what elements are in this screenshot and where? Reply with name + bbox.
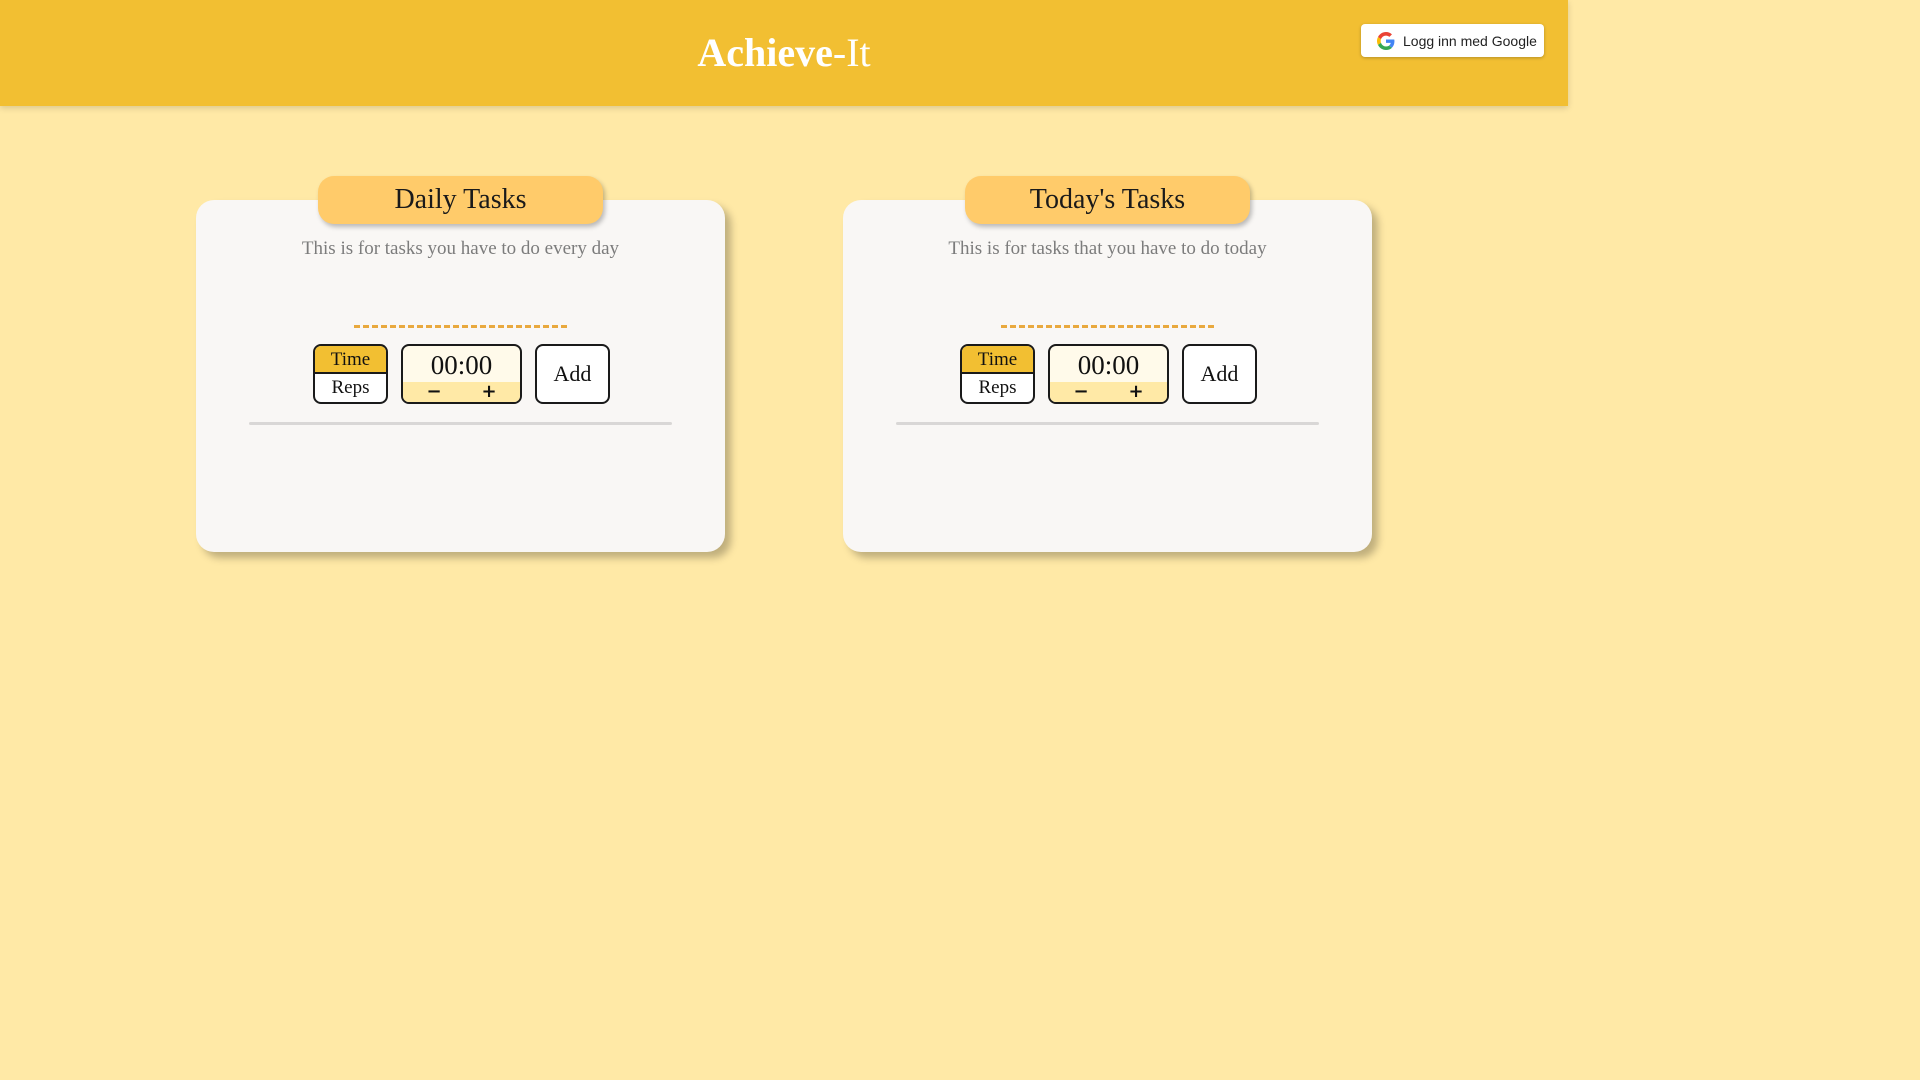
add-task-button[interactable]: Add <box>535 344 610 404</box>
mode-option-reps[interactable]: Reps <box>315 374 386 402</box>
timer-value: 00:00 <box>430 350 493 380</box>
divider <box>896 422 1319 425</box>
divider <box>249 422 672 425</box>
mode-toggle: Time Reps <box>960 344 1035 404</box>
decrement-button[interactable]: − <box>425 382 443 402</box>
increment-button[interactable]: + <box>480 382 498 402</box>
mode-toggle: Time Reps <box>313 344 388 404</box>
task-name-input-line[interactable] <box>354 325 567 328</box>
increment-button[interactable]: + <box>1127 382 1145 402</box>
daily-tasks-panel: This is for tasks you have to do every d… <box>196 200 725 552</box>
timer-controls: − + <box>1050 382 1167 402</box>
google-login-button[interactable]: Logg inn med Google <box>1361 24 1544 57</box>
task-name-input-line[interactable] <box>1001 325 1214 328</box>
app-title-light: -It <box>832 30 871 75</box>
panel-description: This is for tasks that you have to do to… <box>948 238 1267 259</box>
google-icon <box>1377 31 1395 50</box>
mode-option-time[interactable]: Time <box>962 346 1033 374</box>
google-login-label: Logg inn med Google <box>1403 32 1537 49</box>
mode-option-time[interactable]: Time <box>315 346 386 374</box>
timer-controls: − + <box>403 382 520 402</box>
app-title: Achieve-It <box>0 30 1568 76</box>
add-task-button[interactable]: Add <box>1182 344 1257 404</box>
timer-value: 00:00 <box>1077 350 1140 380</box>
app-header: Achieve-It Logg inn med Google <box>0 0 1568 106</box>
todays-tasks-panel: This is for tasks that you have to do to… <box>843 200 1372 552</box>
mode-option-reps[interactable]: Reps <box>962 374 1033 402</box>
timer-stepper: 00:00 − + <box>401 344 522 404</box>
timer-stepper: 00:00 − + <box>1048 344 1169 404</box>
decrement-button[interactable]: − <box>1072 382 1090 402</box>
panel-title-daily-tasks: Daily Tasks <box>318 176 603 224</box>
panel-description: This is for tasks you have to do every d… <box>301 238 620 259</box>
panel-title-todays-tasks: Today's Tasks <box>965 176 1250 224</box>
app-title-bold: Achieve <box>697 30 833 75</box>
